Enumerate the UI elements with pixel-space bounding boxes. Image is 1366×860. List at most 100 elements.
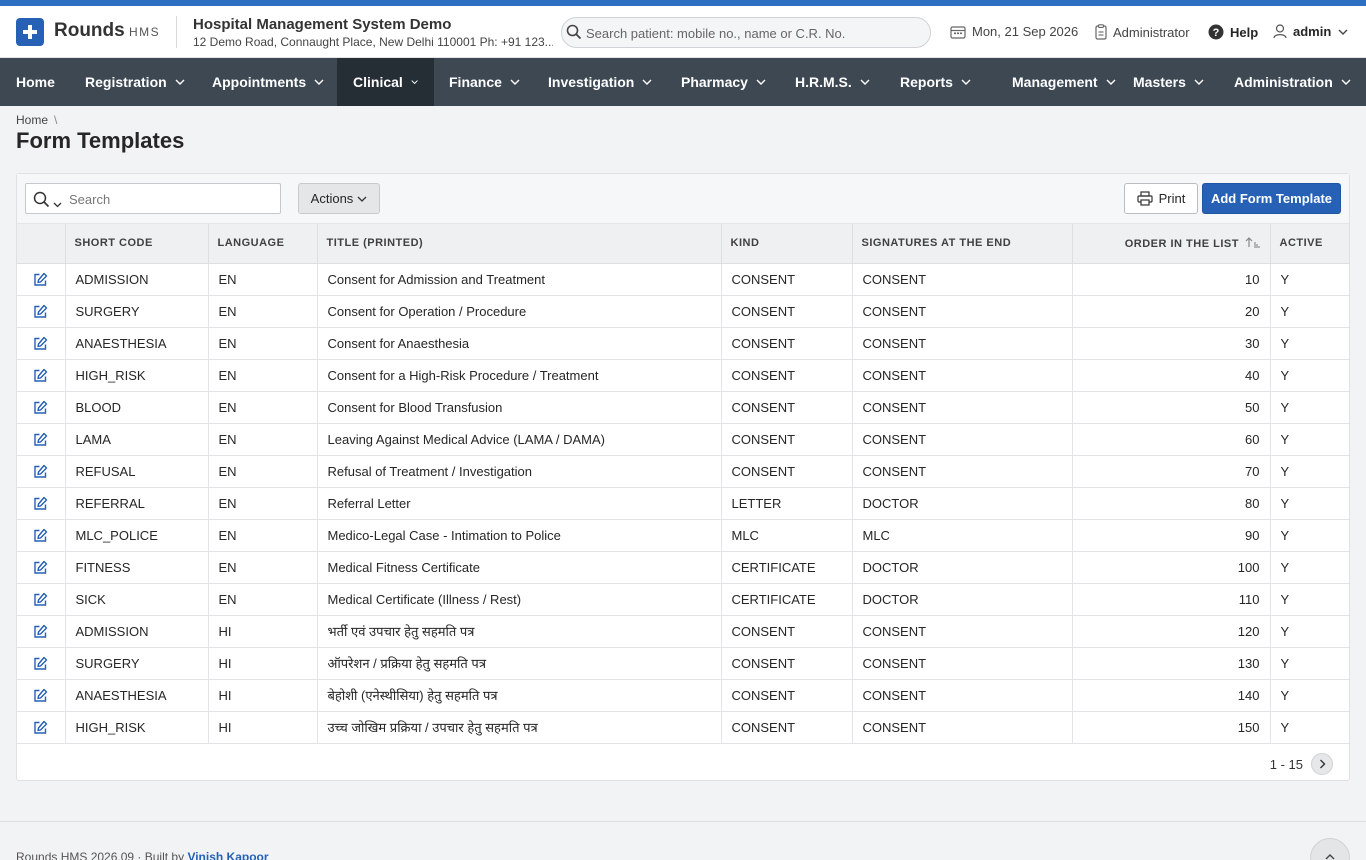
edit-icon[interactable]	[33, 559, 48, 574]
chevron-down-icon	[357, 196, 367, 202]
column-header-language[interactable]: LANGUAGE	[208, 224, 318, 264]
edit-icon[interactable]	[33, 399, 48, 414]
nav-label: Administration	[1234, 74, 1333, 90]
chevron-up-icon	[1325, 854, 1335, 860]
active-cell: Y	[1270, 615, 1349, 648]
table-search-input[interactable]	[69, 191, 269, 207]
table-row[interactable]: REFERRAL EN Referral Letter LETTER DOCTOR 80 Y	[17, 487, 1349, 520]
edit-icon[interactable]	[33, 623, 48, 638]
title-cell: Medical Fitness Certificate	[317, 551, 722, 584]
order-cell: 140	[1072, 679, 1271, 712]
scroll-to-top-button[interactable]	[1310, 838, 1350, 860]
language-cell: EN	[208, 327, 318, 360]
short-code-cell: ADMISSION	[65, 263, 209, 296]
edit-icon[interactable]	[33, 335, 48, 350]
pagination: 1 - 15	[1270, 753, 1333, 775]
table-row[interactable]: ADMISSION EN Consent for Admission and Tre…	[17, 263, 1349, 296]
table-row[interactable]: BLOOD EN Consent for Blood Transfusion CONS…	[17, 391, 1349, 424]
nav-label: Appointments	[212, 74, 307, 90]
nav-clinical[interactable]: Clinical	[337, 58, 434, 106]
column-header-kind[interactable]: KIND	[721, 224, 853, 264]
column-header-signatures[interactable]: SIGNATURES AT THE END	[852, 224, 1073, 264]
edit-icon[interactable]	[33, 655, 48, 670]
table-row[interactable]: SURGERY HI ऑपरेशन / प्रक्रिया हेतु सहमति प…	[17, 647, 1349, 680]
chevron-down-icon	[642, 79, 652, 85]
table-row[interactable]: MLC_POLICE EN Medico-Legal Case - Intimati…	[17, 519, 1349, 552]
print-button[interactable]: Print	[1124, 183, 1198, 214]
actions-menu-button[interactable]: Actions	[298, 183, 380, 214]
patient-search-input[interactable]	[586, 24, 916, 42]
nav-home[interactable]: Home	[0, 58, 71, 106]
table-row[interactable]: SURGERY EN Consent for Operation / Procedu…	[17, 295, 1349, 328]
table-row[interactable]: FITNESS EN Medical Fitness Certificate CERT…	[17, 551, 1349, 584]
column-header-short-code[interactable]: SHORT CODE	[65, 224, 209, 264]
table-row[interactable]: REFUSAL EN Refusal of Treatment / Investig…	[17, 455, 1349, 488]
edit-icon[interactable]	[33, 303, 48, 318]
nav-investigation[interactable]: Investigation	[532, 58, 668, 106]
order-cell: 20	[1072, 295, 1271, 328]
nav-management[interactable]: Management	[996, 58, 1132, 106]
table-row[interactable]: ANAESTHESIA EN Consent for Anaesthesia CONS…	[17, 327, 1349, 360]
column-header-title[interactable]: TITLE (PRINTED)	[317, 224, 722, 264]
table-row[interactable]: HIGH_RISK EN Consent for a High-Risk Proce…	[17, 359, 1349, 392]
role-display[interactable]: Administrator	[1095, 24, 1190, 40]
kind-cell: CONSENT	[721, 359, 853, 392]
edit-cell	[17, 295, 66, 328]
footer-author-link[interactable]: Vinish Kapoor	[187, 850, 268, 860]
edit-icon[interactable]	[33, 719, 48, 734]
short-code-cell: ADMISSION	[65, 615, 209, 648]
table-row[interactable]: HIGH_RISK HI उच्च जोखिम प्रक्रिया / उपचार …	[17, 711, 1349, 744]
column-header-order[interactable]: ORDER IN THE LIST	[1072, 224, 1271, 264]
edit-icon[interactable]	[33, 367, 48, 382]
active-cell: Y	[1270, 359, 1349, 392]
table-search-box[interactable]	[25, 183, 281, 214]
plus-icon[interactable]	[16, 18, 44, 46]
edit-icon[interactable]	[33, 687, 48, 702]
nav-pharmacy[interactable]: Pharmacy	[665, 58, 782, 106]
nav-registration[interactable]: Registration	[69, 58, 201, 106]
chevron-down-icon	[1338, 29, 1348, 35]
chevron-down-icon[interactable]	[53, 196, 62, 211]
short-code-cell: MLC_POLICE	[65, 519, 209, 552]
signatures-cell: MLC	[852, 519, 1073, 552]
add-form-template-button[interactable]: Add Form Template	[1202, 183, 1341, 214]
help-icon: ?	[1208, 24, 1224, 40]
kind-cell: CONSENT	[721, 455, 853, 488]
edit-icon[interactable]	[33, 271, 48, 286]
nav-hrms[interactable]: H.R.M.S.	[779, 58, 886, 106]
table-row[interactable]: ADMISSION HI भर्ती एवं उपचार हेतु सहमति पत…	[17, 615, 1349, 648]
kind-cell: CONSENT	[721, 615, 853, 648]
date-display: Mon, 21 Sep 2026	[950, 24, 1078, 39]
kind-cell: CONSENT	[721, 647, 853, 680]
edit-icon[interactable]	[33, 431, 48, 446]
signatures-cell: CONSENT	[852, 647, 1073, 680]
user-menu[interactable]: admin	[1273, 24, 1348, 39]
sort-ascending-icon[interactable]	[1245, 236, 1261, 248]
edit-cell	[17, 487, 66, 520]
title-cell: Consent for Admission and Treatment	[317, 263, 722, 296]
table-row[interactable]: SICK EN Medical Certificate (Illness / Res…	[17, 583, 1349, 616]
main-nav: Home Registration Appointments Clinical …	[0, 58, 1366, 106]
column-header-active[interactable]: ACTIVE	[1270, 224, 1349, 264]
active-cell: Y	[1270, 391, 1349, 424]
table-row[interactable]: ANAESTHESIA HI बेहोशी (एनेस्थीसिया) हेतु स…	[17, 679, 1349, 712]
next-page-button[interactable]	[1311, 753, 1333, 775]
help-link[interactable]: ? Help	[1208, 24, 1258, 40]
app-name[interactable]: Rounds	[54, 20, 125, 42]
nav-reports[interactable]: Reports	[884, 58, 987, 106]
search-icon[interactable]	[33, 191, 50, 211]
nav-finance[interactable]: Finance	[433, 58, 536, 106]
table-row[interactable]: LAMA EN Leaving Against Medical Advice (LA…	[17, 423, 1349, 456]
edit-icon[interactable]	[33, 591, 48, 606]
breadcrumb-home[interactable]: Home	[16, 113, 48, 127]
edit-icon[interactable]	[33, 495, 48, 510]
short-code-cell: REFUSAL	[65, 455, 209, 488]
nav-administration[interactable]: Administration	[1218, 58, 1366, 106]
title-cell: Consent for Anaesthesia	[317, 327, 722, 360]
patient-search-box[interactable]	[561, 17, 931, 48]
active-cell: Y	[1270, 487, 1349, 520]
nav-masters[interactable]: Masters	[1117, 58, 1220, 106]
edit-icon[interactable]	[33, 463, 48, 478]
nav-appointments[interactable]: Appointments	[196, 58, 340, 106]
edit-icon[interactable]	[33, 527, 48, 542]
